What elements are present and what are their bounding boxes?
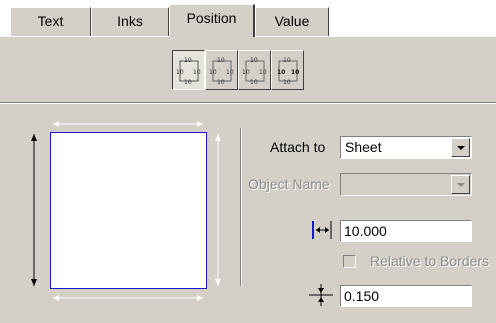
svg-text:10: 10 xyxy=(184,57,192,64)
position-mode-3-icon: 10 10 10 10 xyxy=(242,57,267,86)
svg-text:10: 10 xyxy=(209,69,217,76)
svg-text:10: 10 xyxy=(193,69,201,76)
object-name-label: Object Name xyxy=(248,176,330,192)
position-mode-button-1[interactable]: 10 10 10 10 xyxy=(172,50,205,90)
spacing-input[interactable]: 0.150 xyxy=(340,285,472,307)
svg-text:10: 10 xyxy=(176,69,184,76)
offset-value: 10.000 xyxy=(344,223,387,239)
relative-to-borders-label: Relative to Borders xyxy=(370,253,490,269)
svg-text:10: 10 xyxy=(283,57,291,64)
bottom-width-arrow-icon xyxy=(53,295,203,301)
attach-to-select[interactable]: Sheet xyxy=(340,136,472,159)
svg-text:10: 10 xyxy=(259,69,267,76)
tab-value[interactable]: Value xyxy=(255,7,329,36)
offset-input[interactable]: 10.000 xyxy=(340,220,472,242)
position-mode-4-icon: 10 10 10 10 xyxy=(277,57,299,86)
svg-text:10: 10 xyxy=(217,79,225,86)
svg-text:10: 10 xyxy=(226,69,234,76)
svg-text:10: 10 xyxy=(250,57,258,64)
svg-text:10: 10 xyxy=(217,57,225,64)
tab-strip: Text Inks Position Value xyxy=(0,0,496,37)
position-mode-button-4[interactable]: 10 10 10 10 xyxy=(271,50,304,90)
spacing-value: 0.150 xyxy=(344,288,380,304)
position-preview-box xyxy=(50,132,207,289)
tab-position[interactable]: Position xyxy=(169,4,255,37)
tab-text-label: Text xyxy=(37,13,64,29)
tab-position-label: Position xyxy=(186,10,237,26)
tab-inks[interactable]: Inks xyxy=(91,7,169,36)
position-mode-2-icon: 10 10 10 10 xyxy=(209,57,234,86)
svg-text:10: 10 xyxy=(291,69,299,76)
top-width-arrow-icon xyxy=(53,121,203,127)
relative-to-borders-checkbox[interactable] xyxy=(343,255,356,268)
vertical-separator xyxy=(240,128,242,286)
vertical-spacing-icon xyxy=(309,284,333,306)
tab-text[interactable]: Text xyxy=(10,7,91,36)
tab-inks-label: Inks xyxy=(117,13,143,29)
svg-text:10: 10 xyxy=(242,69,250,76)
object-name-dropdown-arrow-icon[interactable] xyxy=(451,175,470,194)
svg-text:10: 10 xyxy=(250,79,258,86)
svg-text:10: 10 xyxy=(277,69,285,76)
position-mode-button-3[interactable]: 10 10 10 10 xyxy=(238,50,271,90)
left-height-arrow-icon xyxy=(31,134,37,286)
right-height-arrow-icon xyxy=(215,134,221,286)
position-mode-button-2[interactable]: 10 10 10 10 xyxy=(205,50,238,90)
svg-text:10: 10 xyxy=(184,79,192,86)
position-mode-1-icon: 10 10 10 10 xyxy=(176,57,201,86)
horizontal-separator xyxy=(0,102,496,104)
attach-to-value: Sheet xyxy=(345,139,382,155)
horizontal-distance-icon xyxy=(312,221,332,239)
tab-value-label: Value xyxy=(274,13,310,29)
attach-to-label: Attach to xyxy=(270,139,326,155)
attach-to-dropdown-arrow-icon[interactable] xyxy=(451,138,470,157)
svg-text:10: 10 xyxy=(283,79,291,86)
object-name-select[interactable] xyxy=(340,173,472,196)
